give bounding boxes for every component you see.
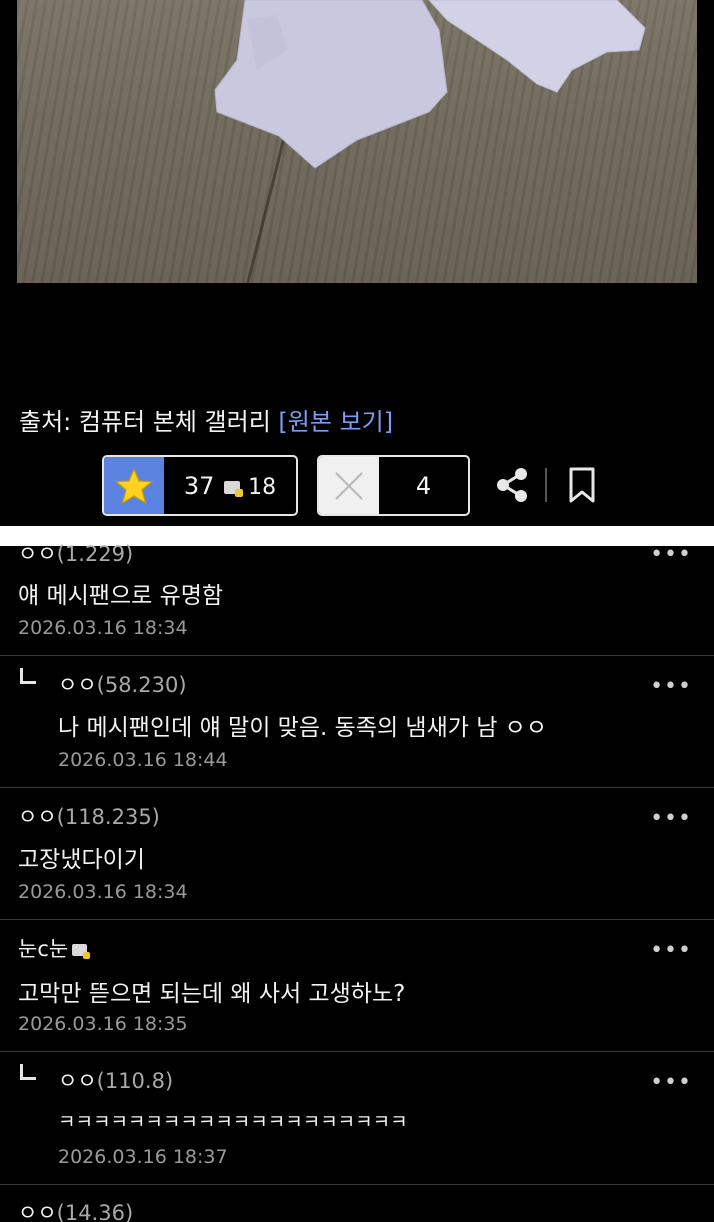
comment-nick: 눈c눈 — [18, 937, 69, 961]
comment-text: 나 메시팬인데 얘 말이 맞음. 동족의 냄새가 남 ㅇㅇ — [58, 715, 547, 741]
reply-arrow-icon — [20, 1064, 36, 1080]
comment-ip: (14.36) — [56, 1201, 134, 1222]
fix-user-icon — [224, 480, 244, 497]
more-icon[interactable]: ••• — [650, 674, 692, 699]
comment-date: 2026.03.16 18:44 — [58, 749, 228, 771]
comment-nick: ㅇㅇ — [18, 542, 57, 566]
comment-author[interactable]: ㅇㅇ(14.36) — [18, 1197, 133, 1222]
post-image[interactable] — [17, 0, 697, 283]
reply-arrow-icon — [20, 668, 36, 684]
comment-nick: ㅇㅇ — [18, 805, 57, 829]
more-icon[interactable]: ••• — [650, 1070, 692, 1095]
fixed-recommend-count: 18 — [248, 474, 277, 500]
comment-text: 얘 메시팬으로 유명함 — [18, 583, 224, 609]
comment-ip: (1.229) — [56, 542, 134, 566]
x-icon[interactable] — [319, 457, 379, 514]
more-icon[interactable]: ••• — [650, 806, 692, 831]
comment-item: ㅇㅇ(110.8) ••• ㅋㅋㅋㅋㅋㅋㅋㅋㅋㅋㅋㅋㅋㅋㅋㅋㅋㅋㅋㅋ 2026.… — [0, 1052, 714, 1185]
comment-ip: (118.235) — [56, 805, 160, 829]
comment-item: ㅇㅇ(14.36) — [0, 1185, 714, 1222]
bookmark-icon[interactable] — [568, 466, 596, 508]
paper-pieces-illustration — [214, 0, 646, 169]
comment-ip: (58.230) — [96, 673, 187, 697]
comment-date: 2026.03.16 18:35 — [18, 1013, 188, 1035]
fix-user-icon — [72, 944, 91, 959]
comment-date: 2026.03.16 18:34 — [18, 617, 188, 639]
more-icon[interactable]: ••• — [650, 938, 692, 963]
recommend-counts: 37 18 — [164, 457, 296, 514]
fixed-recommend: 18 — [224, 472, 276, 500]
comment-date: 2026.03.16 18:37 — [58, 1146, 228, 1168]
comment-ip: (110.8) — [96, 1069, 174, 1093]
recommend-button[interactable]: 37 18 — [102, 455, 298, 516]
comment-item: ㅇㅇ(58.230) ••• 나 메시팬인데 얘 말이 맞음. 동족의 냄새가 … — [0, 656, 714, 788]
comment-item: ㅇㅇ(1.229) ••• 얘 메시팬으로 유명함 2026.03.16 18:… — [0, 542, 714, 656]
nonrecommend-count: 4 — [415, 471, 432, 500]
comment-author[interactable]: ㅇㅇ(58.230) — [58, 669, 187, 699]
nonrecommend-button[interactable]: 4 — [317, 455, 470, 516]
comment-author[interactable]: ㅇㅇ(1.229) — [18, 538, 133, 568]
more-icon[interactable]: ••• — [650, 542, 692, 567]
comment-item: ㅇㅇ(118.235) ••• 고장냈다이기 2026.03.16 18:34 — [0, 788, 714, 920]
action-divider — [545, 468, 547, 502]
share-icon[interactable] — [494, 466, 530, 508]
comment-item: 눈c눈 ••• 고막만 뜯으면 되는데 왜 사서 고생하노? 2026.03.1… — [0, 920, 714, 1052]
comment-text: 고장냈다이기 — [18, 847, 145, 873]
comment-nick: ㅇㅇ — [58, 673, 97, 697]
comment-text: ㅋㅋㅋㅋㅋㅋㅋㅋㅋㅋㅋㅋㅋㅋㅋㅋㅋㅋㅋㅋ — [58, 1111, 408, 1133]
recommend-count: 37 — [183, 471, 215, 500]
view-original-link[interactable]: [원본 보기] — [278, 408, 393, 436]
comment-nick: ㅇㅇ — [18, 1201, 57, 1222]
post-source: 출처: 컴퓨터 본체 갤러리 [원본 보기] — [19, 402, 393, 437]
comment-text: 고막만 뜯으면 되는데 왜 사서 고생하노? — [18, 981, 406, 1007]
comment-author[interactable]: 눈c눈 — [18, 933, 91, 963]
comment-author[interactable]: ㅇㅇ(110.8) — [58, 1065, 173, 1095]
star-icon[interactable] — [104, 457, 164, 514]
comment-date: 2026.03.16 18:34 — [18, 881, 188, 903]
comment-nick: ㅇㅇ — [58, 1069, 97, 1093]
comment-author[interactable]: ㅇㅇ(118.235) — [18, 801, 160, 831]
source-label: 출처: 컴퓨터 본체 갤러리 — [19, 408, 271, 436]
